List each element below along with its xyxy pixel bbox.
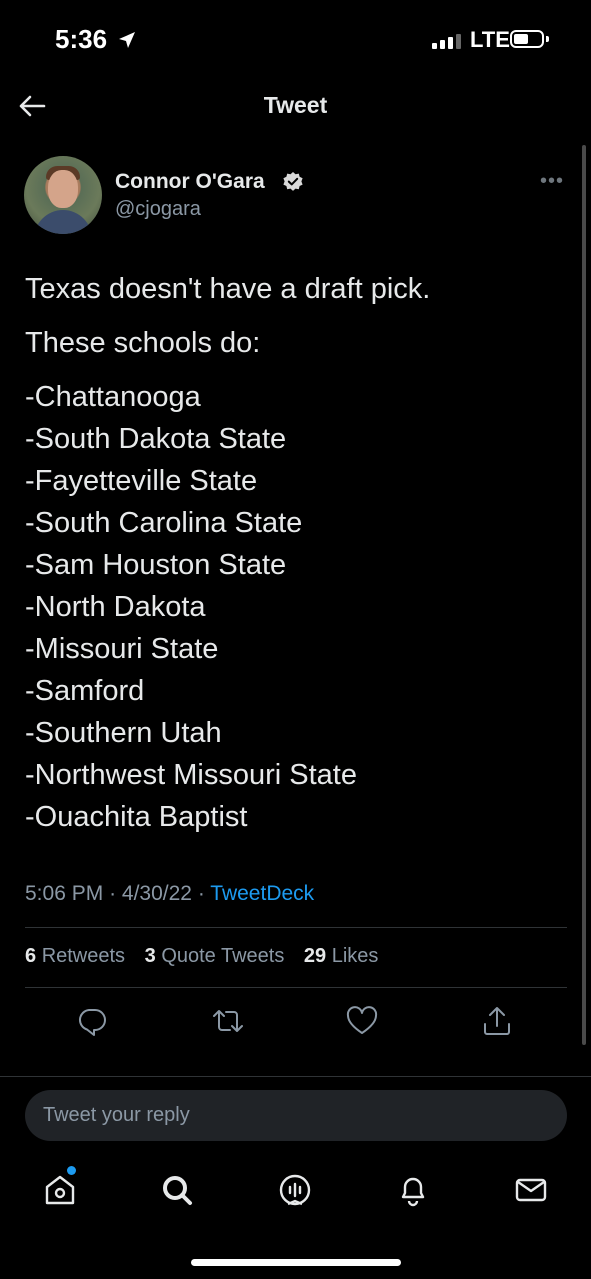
tweet-line: -Chattanooga	[25, 381, 201, 413]
more-icon[interactable]: •••	[540, 170, 564, 193]
tweet-line: -Sam Houston State	[25, 549, 287, 581]
bottom-tab-bar	[0, 1160, 591, 1220]
tweet-line: -South Carolina State	[25, 507, 303, 539]
tweet-line: -South Dakota State	[25, 423, 287, 455]
tweet-line: -Northwest Missouri State	[25, 759, 357, 791]
reply-icon[interactable]	[75, 1004, 109, 1038]
battery-icon	[510, 30, 544, 48]
network-type: LTE	[470, 27, 510, 52]
divider	[25, 927, 567, 928]
tweet-line: Texas doesn't have a draft pick.	[25, 273, 431, 305]
avatar[interactable]	[24, 156, 102, 234]
bell-icon[interactable]	[393, 1170, 433, 1210]
battery-tip	[546, 36, 549, 42]
status-time: 5:36	[55, 24, 108, 54]
arrow-left-icon[interactable]	[16, 90, 48, 122]
reply-bar-divider	[0, 1076, 591, 1077]
verified-badge-icon	[282, 171, 304, 198]
tweet-line: -Fayetteville State	[25, 465, 258, 497]
search-icon[interactable]	[157, 1170, 197, 1210]
mail-icon[interactable]	[511, 1170, 551, 1210]
page-title: Tweet	[263, 92, 328, 118]
top-header: Tweet	[0, 80, 591, 140]
signal-icon	[432, 34, 461, 49]
tweet-line: These schools do:	[25, 327, 261, 359]
tweet-actions	[0, 1004, 591, 1040]
tweet-stats: 6 Retweets 3 Quote Tweets 29 Likes	[25, 945, 392, 968]
tweet-line: -North Dakota	[25, 591, 206, 623]
tweet-line: -Missouri State	[25, 633, 219, 665]
tweet-meta: 5:06 PM · 4/30/22 · TweetDeck	[25, 882, 314, 906]
likes-stat[interactable]: 29 Likes	[304, 945, 379, 967]
tweet-time: 5:06 PM	[25, 882, 104, 905]
meta-separator: ·	[109, 882, 117, 905]
tweet-line: -Ouachita Baptist	[25, 801, 248, 833]
location-arrow-icon	[117, 30, 137, 55]
tweet-date: 4/30/22	[121, 882, 192, 905]
retweets-stat[interactable]: 6 Retweets	[25, 945, 125, 967]
home-icon[interactable]	[40, 1170, 80, 1210]
heart-icon[interactable]	[345, 1004, 379, 1038]
tweet-text: Texas doesn't have a draft pick. These s…	[25, 268, 565, 838]
tweet-line: -Samford	[25, 675, 145, 707]
status-bar: 5:36 LTE	[0, 0, 591, 80]
author-name[interactable]: Connor O'Gara	[115, 170, 265, 194]
meta-separator: ·	[197, 882, 205, 905]
quote-tweets-stat[interactable]: 3 Quote Tweets	[145, 945, 285, 967]
reply-input[interactable]: Tweet your reply	[25, 1090, 567, 1141]
spaces-icon[interactable]	[275, 1170, 315, 1210]
author-handle[interactable]: @cjogara	[115, 198, 201, 221]
tweet-source-link[interactable]: TweetDeck	[210, 882, 314, 905]
tweet-line: -Southern Utah	[25, 717, 222, 749]
share-icon[interactable]	[480, 1004, 514, 1038]
retweet-icon[interactable]	[211, 1004, 245, 1038]
scrollbar[interactable]	[582, 145, 586, 1045]
home-indicator[interactable]	[191, 1259, 401, 1266]
notification-dot	[67, 1166, 76, 1175]
divider	[25, 987, 567, 988]
